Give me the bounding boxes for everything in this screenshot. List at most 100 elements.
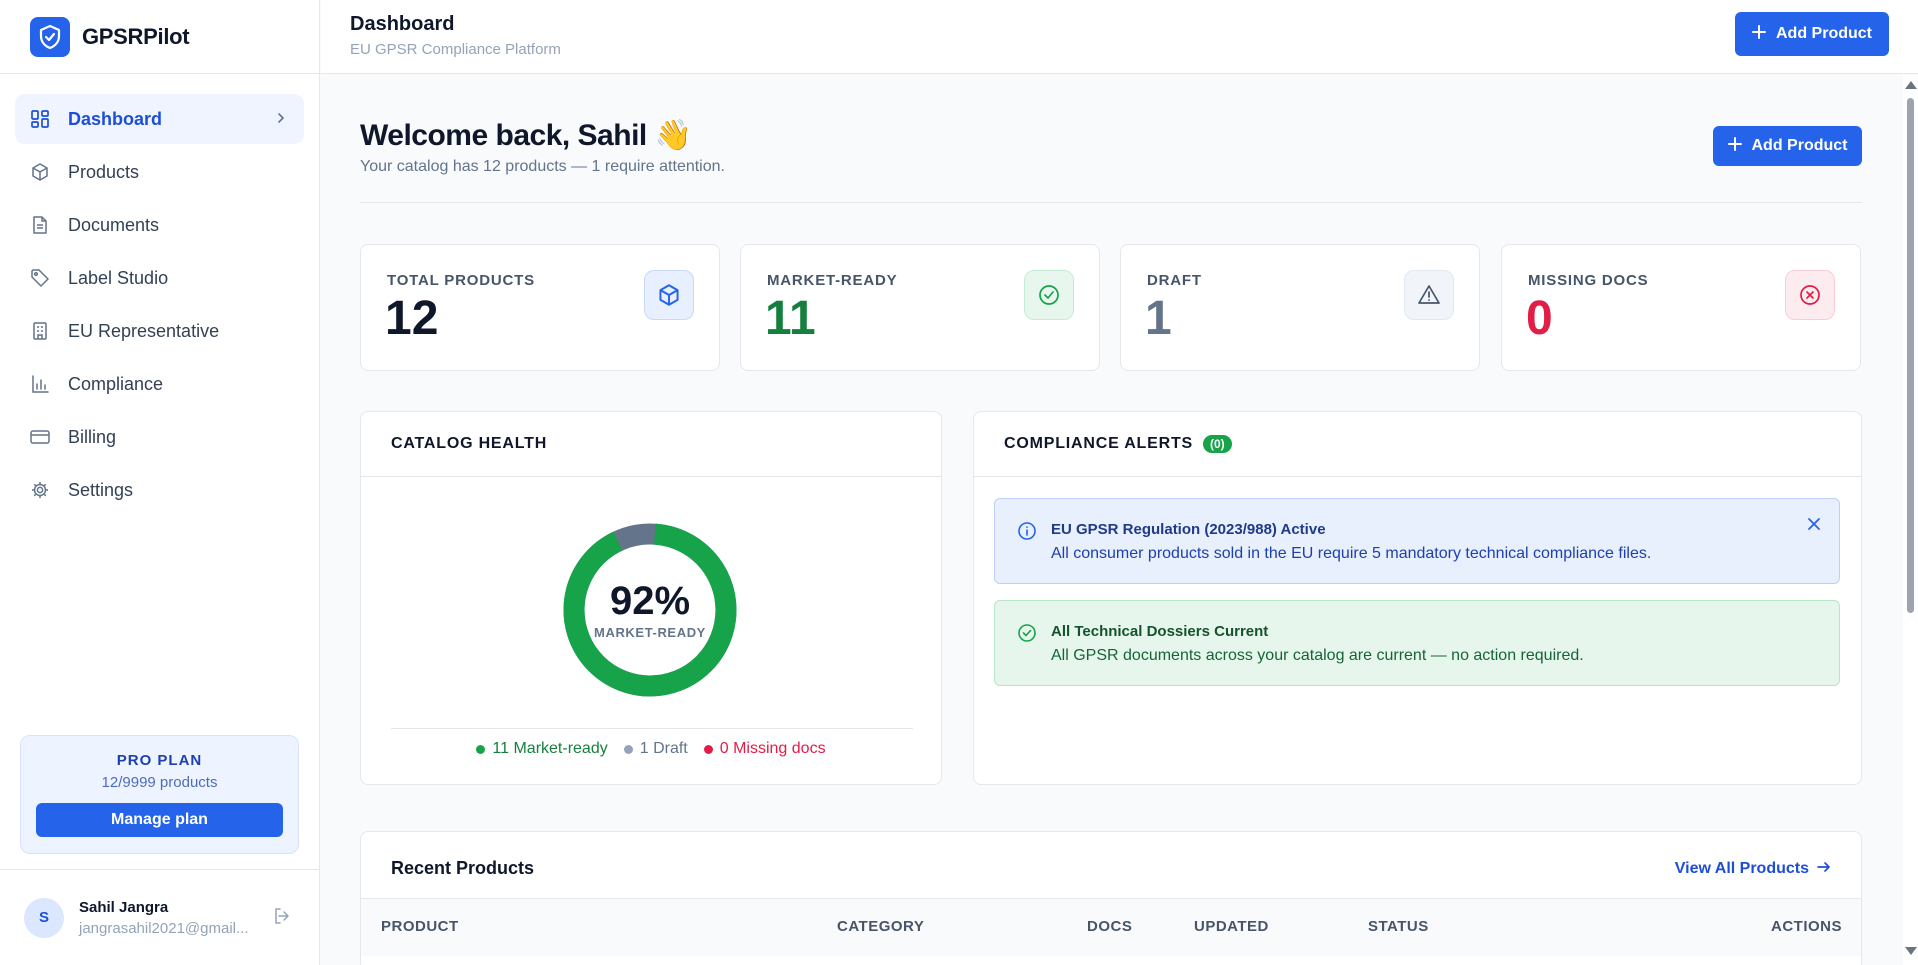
arrow-right-icon — [1817, 860, 1831, 878]
donut-percent: 92% — [609, 578, 691, 623]
donut-label: MARKET-READY — [594, 624, 706, 640]
manage-plan-button[interactable]: Manage plan — [36, 803, 283, 837]
stat-label: DRAFT — [1147, 272, 1202, 289]
building-icon — [30, 321, 50, 341]
warning-icon — [1404, 270, 1454, 320]
column-header-category[interactable]: CATEGORY — [837, 918, 924, 935]
user-name: Sahil Jangra — [79, 898, 169, 916]
sidebar-item-label: Label Studio — [68, 267, 169, 288]
stat-value: 11 — [765, 292, 816, 345]
scrollbar[interactable] — [1903, 75, 1918, 965]
main-content: Welcome back, Sahil 👋 Your catalog has 1… — [321, 75, 1901, 965]
chart-legend: 11 Market-ready 1 Draft 0 Missing docs — [361, 740, 941, 758]
stat-card-draft: DRAFT 1 — [1120, 244, 1480, 371]
shield-logo-icon — [30, 16, 70, 57]
credit-card-icon — [30, 427, 50, 447]
add-product-label: Add Product — [1776, 25, 1872, 42]
sidebar-item-compliance[interactable]: Compliance — [15, 359, 304, 409]
add-product-label: Add Product — [1751, 137, 1848, 154]
welcome-title: Welcome back, Sahil 👋 — [360, 119, 692, 152]
view-all-label: View All Products — [1674, 860, 1809, 877]
info-icon — [1017, 521, 1037, 546]
topbar: Dashboard EU GPSR Compliance Platform Ad… — [321, 0, 1918, 74]
column-header-status[interactable]: STATUS — [1368, 918, 1429, 935]
plan-usage: 12/9999 products — [101, 774, 218, 791]
column-header-docs[interactable]: DOCS — [1087, 918, 1132, 935]
view-all-products-link[interactable]: View All Products — [1675, 860, 1831, 878]
scrollbar-thumb[interactable] — [1907, 98, 1914, 613]
package-icon — [30, 162, 50, 182]
panel-title: COMPLIANCE ALERTS — [1004, 435, 1194, 452]
donut-chart: 92% MARKET-READY — [562, 522, 738, 698]
panel-title: CATALOG HEALTH — [391, 435, 548, 452]
sidebar-nav: Dashboard Products Documents Label Studi… — [0, 74, 319, 515]
stat-card-missing-docs: MISSING DOCS 0 — [1501, 244, 1861, 371]
sidebar-item-label: EU Representative — [68, 320, 220, 341]
sidebar-item-label: Dashboard — [68, 108, 163, 129]
sidebar-item-products[interactable]: Products — [15, 147, 304, 197]
divider — [360, 202, 1862, 203]
brand[interactable]: GPSRPilot — [0, 0, 319, 74]
avatar[interactable]: S — [24, 897, 64, 938]
close-icon[interactable] — [1807, 517, 1821, 536]
recent-products-table: Recent Products View All Products PRODUC… — [360, 831, 1862, 965]
column-header-updated[interactable]: UPDATED — [1194, 918, 1269, 935]
alert-text: All consumer products sold in the EU req… — [1051, 545, 1652, 562]
alert-title: EU GPSR Regulation (2023/988) Active — [1051, 521, 1326, 538]
sidebar-item-label: Billing — [68, 426, 117, 447]
add-product-button[interactable]: Add Product — [1735, 12, 1889, 56]
scroll-down-icon[interactable] — [1905, 947, 1917, 955]
sidebar-item-dashboard[interactable]: Dashboard — [15, 94, 304, 144]
stat-value: 12 — [385, 292, 439, 345]
sidebar-item-label: Settings — [68, 479, 134, 500]
welcome-subtitle: Your catalog has 12 products — 1 require… — [360, 158, 725, 175]
logout-icon[interactable] — [273, 907, 291, 930]
catalog-health-panel: CATALOG HEALTH 92% MARKET-READY 11 Marke… — [360, 411, 942, 785]
user-email: jangrasahil2021@gmail... — [79, 919, 249, 937]
chevron-right-icon — [276, 110, 286, 131]
stat-card-market-ready: MARKET-READY 11 — [740, 244, 1100, 371]
brand-name: GPSRPilot — [82, 23, 190, 49]
alert-title: All Technical Dossiers Current — [1051, 623, 1269, 640]
alert-count-badge: (0) — [1203, 435, 1232, 453]
check-circle-icon — [1017, 623, 1037, 648]
alert-gpsr-regulation: EU GPSR Regulation (2023/988) Active All… — [994, 498, 1840, 584]
sidebar-item-eu-representative[interactable]: EU Representative — [15, 306, 304, 356]
legend-item-draft: 1 Draft — [623, 740, 688, 758]
stat-value: 0 — [1526, 292, 1553, 345]
stat-card-total-products: TOTAL PRODUCTS 12 — [360, 244, 720, 371]
legend-item-market-ready: 11 Market-ready — [476, 740, 608, 758]
stat-label: TOTAL PRODUCTS — [387, 272, 535, 289]
page-title: Dashboard — [350, 13, 455, 35]
sidebar: GPSRPilot Dashboard Products Documents L… — [0, 0, 320, 965]
legend-item-missing-docs: 0 Missing docs — [703, 740, 826, 758]
table-title: Recent Products — [391, 858, 535, 878]
gear-icon — [30, 480, 50, 500]
table-header: PRODUCT CATEGORY DOCS UPDATED STATUS ACT… — [361, 898, 1861, 956]
add-product-button[interactable]: Add Product — [1713, 126, 1862, 166]
plus-icon — [1752, 24, 1766, 44]
document-icon — [30, 215, 50, 235]
page-subtitle: EU GPSR Compliance Platform — [350, 41, 561, 58]
user-profile: S Sahil Jangra jangrasahil2021@gmail... — [0, 869, 320, 965]
alert-text: All GPSR documents across your catalog a… — [1051, 647, 1584, 664]
plan-card: PRO PLAN 12/9999 products Manage plan — [20, 735, 299, 854]
scroll-up-icon[interactable] — [1905, 81, 1917, 89]
sidebar-item-billing[interactable]: Billing — [15, 412, 304, 462]
stat-label: MARKET-READY — [767, 272, 898, 289]
divider — [391, 728, 913, 729]
plus-icon — [1727, 136, 1742, 156]
sidebar-item-settings[interactable]: Settings — [15, 465, 304, 515]
sidebar-item-label: Products — [68, 161, 140, 182]
stat-value: 1 — [1145, 292, 1172, 345]
column-header-product[interactable]: PRODUCT — [381, 918, 459, 935]
package-icon — [644, 270, 694, 320]
bar-chart-icon — [30, 374, 50, 394]
column-header-actions: ACTIONS — [1771, 918, 1842, 935]
check-circle-icon — [1024, 270, 1074, 320]
sidebar-item-documents[interactable]: Documents — [15, 200, 304, 250]
compliance-alerts-panel: COMPLIANCE ALERTS (0) EU GPSR Regulation… — [973, 411, 1862, 785]
alert-dossiers-current: All Technical Dossiers Current All GPSR … — [994, 600, 1840, 686]
sidebar-item-label: Documents — [68, 214, 160, 235]
sidebar-item-label-studio[interactable]: Label Studio — [15, 253, 304, 303]
